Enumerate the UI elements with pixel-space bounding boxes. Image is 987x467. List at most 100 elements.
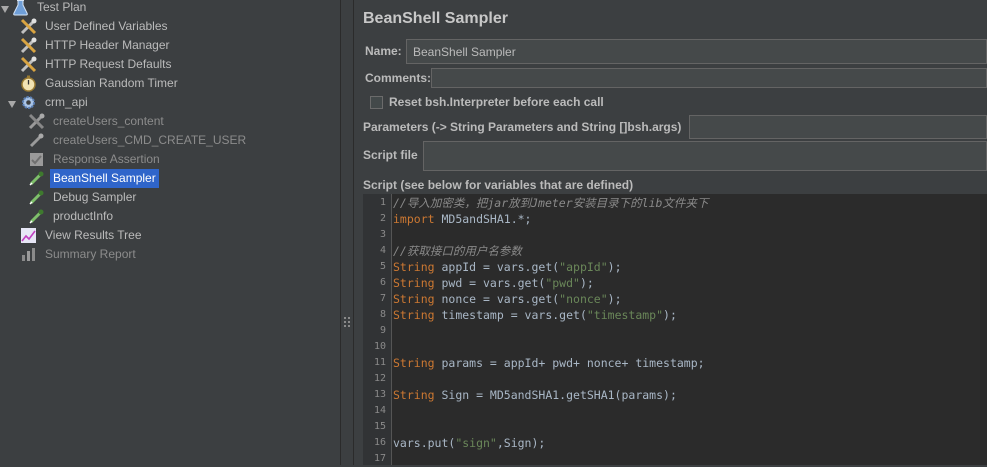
bar-chart-icon xyxy=(20,246,37,263)
parameters-label: Parameters (-> String Parameters and Str… xyxy=(363,120,682,134)
code-line: String timestamp = vars.get("timestamp")… xyxy=(393,307,677,323)
code-token: "nonce" xyxy=(559,292,608,306)
tree-item-label: User Defined Variables xyxy=(45,19,168,33)
tree-item-label: HTTP Request Defaults xyxy=(45,57,172,71)
code-token: "appId" xyxy=(559,260,608,274)
wrench-screwdriver-icon xyxy=(20,37,37,54)
pipette-icon xyxy=(28,208,45,225)
line-number: 16 xyxy=(373,437,386,448)
script-file-label: Script file xyxy=(363,148,418,162)
script-file-field[interactable] xyxy=(423,141,987,171)
script-label: Script (see below for variables that are… xyxy=(363,178,634,192)
line-number: 2 xyxy=(379,213,386,224)
code-line: import MD5andSHA1.*; xyxy=(393,211,531,227)
code-token: pwd = vars.get( xyxy=(434,276,546,290)
code-token: ); xyxy=(663,308,677,322)
line-number: 13 xyxy=(373,389,386,400)
line-number: 9 xyxy=(379,325,386,336)
code-token: String xyxy=(393,388,435,402)
line-number: 10 xyxy=(373,341,386,352)
code-token: String xyxy=(393,356,435,370)
expand-arrow-icon[interactable] xyxy=(8,101,16,108)
code-token: params = appId+ pwd+ nonce+ timestamp; xyxy=(434,356,705,370)
tree-item-label: createUsers_content xyxy=(53,114,164,128)
tree-item-label: Response Assertion xyxy=(53,152,160,166)
code-token: "timestamp" xyxy=(586,308,664,322)
tree-item-label: Test Plan xyxy=(37,0,87,14)
line-number: 6 xyxy=(379,277,386,288)
line-number: 8 xyxy=(379,309,386,320)
code-token: ,Sign); xyxy=(496,436,546,450)
line-number: 3 xyxy=(379,229,386,240)
splitter-grip-icon xyxy=(344,317,350,327)
pipette-icon xyxy=(28,132,45,149)
code-token: //获取接口的用户名参数 xyxy=(393,244,522,258)
code-line: String Sign = MD5andSHA1.getSHA1(params)… xyxy=(393,387,677,403)
line-number: 7 xyxy=(379,293,386,304)
assertion-icon xyxy=(28,151,45,168)
pipette-icon xyxy=(28,170,45,187)
script-editor[interactable]: 1 2 3 4 5 6 7 8 9 10 11 12 13 14 15 16 17 //导入加密类，把jar放到… xyxy=(363,194,987,465)
tree-item-label: Debug Sampler xyxy=(53,190,137,204)
code-token: String xyxy=(393,292,435,306)
tree-item-label: View Results Tree xyxy=(45,228,142,242)
line-number: 14 xyxy=(373,405,386,416)
tree-item-label: crm_api xyxy=(45,95,88,109)
code-token: String xyxy=(393,260,435,274)
code-line: String appId = vars.get("appId"); xyxy=(393,259,622,275)
tree-item-label: productInfo xyxy=(53,209,114,223)
comments-label: Comments: xyxy=(365,71,432,85)
tree-item-label: BeanShell Sampler xyxy=(50,169,159,188)
code-token: timestamp = vars.get( xyxy=(434,308,587,322)
code-token: String xyxy=(393,308,435,322)
code-token: ); xyxy=(607,292,622,306)
line-number: 1 xyxy=(379,197,386,208)
code-line: //获取接口的用户名参数 xyxy=(393,243,522,259)
code-token: vars.put( xyxy=(393,436,456,450)
tree-item-label: HTTP Header Manager xyxy=(45,38,170,52)
code-token: "pwd" xyxy=(545,276,580,290)
expand-arrow-icon[interactable] xyxy=(1,6,9,13)
code-token: nonce = vars.get( xyxy=(434,292,560,306)
code-line: //导入加密类，把jar放到Jmeter安装目录下的lib文件夹下 xyxy=(393,195,708,211)
pane-splitter[interactable] xyxy=(340,0,354,465)
line-number: 4 xyxy=(379,245,386,256)
wrench-screwdriver-icon xyxy=(20,18,37,35)
sampler-config-panel: BeanShell Sampler Name: Comments: Reset … xyxy=(354,0,987,465)
name-field[interactable] xyxy=(406,39,987,64)
code-token: MD5andSHA1.*; xyxy=(434,212,532,226)
flask-icon xyxy=(12,0,29,16)
parameters-field[interactable] xyxy=(689,115,987,139)
comments-field[interactable] xyxy=(431,68,987,88)
tree-item-label: Summary Report xyxy=(45,247,136,261)
code-token: "sign" xyxy=(455,436,497,450)
wrench-screwdriver-icon xyxy=(28,113,45,130)
code-line: String nonce = vars.get("nonce"); xyxy=(393,291,622,307)
line-number: 11 xyxy=(373,357,386,368)
code-token: ); xyxy=(579,276,594,290)
tree-item-label: createUsers_CMD_CREATE_USER xyxy=(53,133,247,147)
chart-icon xyxy=(20,227,37,244)
reset-interpreter-checkbox[interactable] xyxy=(370,96,383,109)
tree-item-label: Gaussian Random Timer xyxy=(45,76,178,90)
line-number: 15 xyxy=(373,421,386,432)
code-token: appId = vars.get( xyxy=(434,260,560,274)
code-line: String pwd = vars.get("pwd"); xyxy=(393,275,594,291)
code-line: vars.put("sign",Sign); xyxy=(393,435,545,451)
pipette-icon xyxy=(28,189,45,206)
code-token: //导入加密类，把jar放到Jmeter安装目录下的lib文件夹下 xyxy=(393,196,709,210)
test-plan-tree: Test Plan User Defined Variables HTTP He… xyxy=(0,0,340,465)
code-token: Sign = MD5andSHA1.getSHA1(params); xyxy=(434,388,677,402)
code-token: import xyxy=(393,212,435,226)
wrench-screwdriver-icon xyxy=(20,56,37,73)
name-label: Name: xyxy=(365,44,402,58)
line-number: 5 xyxy=(379,261,386,272)
code-token: ); xyxy=(607,260,622,274)
reset-interpreter-label: Reset bsh.Interpreter before each call xyxy=(389,95,604,109)
stopwatch-icon xyxy=(20,75,37,92)
line-number-gutter: 1 2 3 4 5 6 7 8 9 10 11 12 13 14 15 16 17 xyxy=(363,194,392,465)
panel-title: BeanShell Sampler xyxy=(363,10,508,27)
line-number: 12 xyxy=(373,373,386,384)
code-token: String xyxy=(393,276,435,290)
gear-icon xyxy=(20,94,37,111)
